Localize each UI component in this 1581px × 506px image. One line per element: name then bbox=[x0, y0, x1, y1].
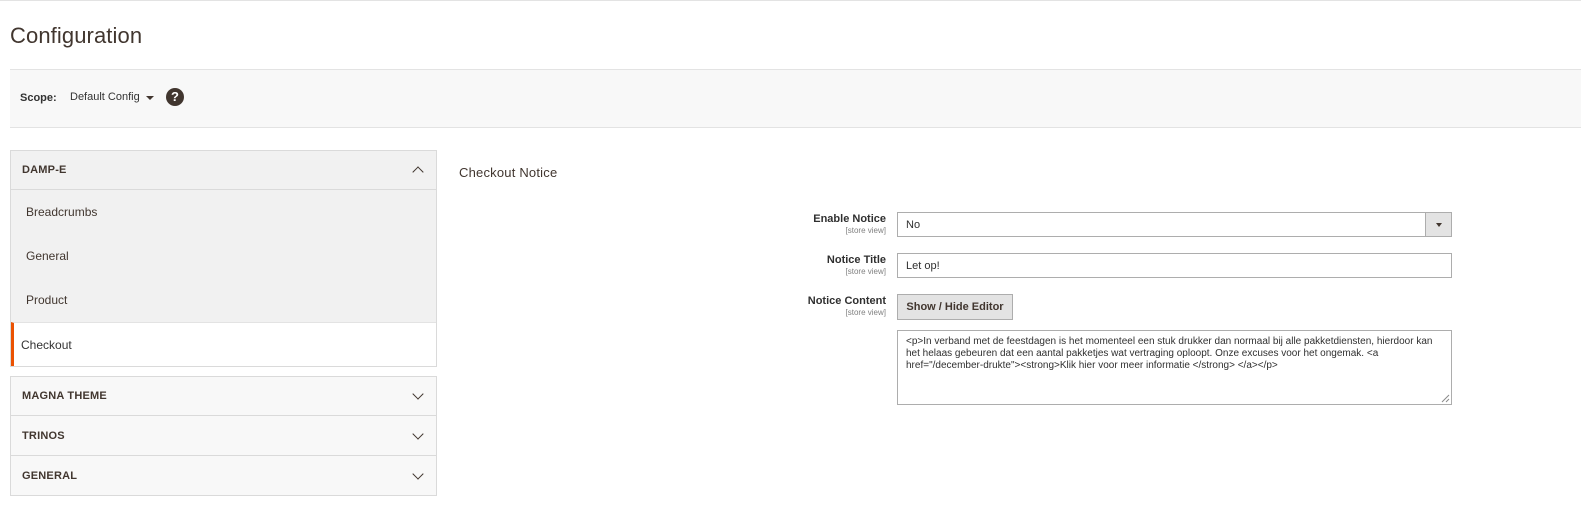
show-hide-editor-button[interactable]: Show / Hide Editor bbox=[897, 294, 1013, 320]
notice-title-input[interactable] bbox=[897, 253, 1452, 278]
sidebar-item-general[interactable]: General bbox=[11, 234, 436, 278]
page-title: Configuration bbox=[10, 23, 143, 48]
sidebar-item-checkout[interactable]: Checkout bbox=[11, 322, 436, 366]
section-label: DAMP-E bbox=[22, 164, 67, 176]
notice-content-label: Notice Content [store view] bbox=[686, 295, 886, 317]
section-general-header[interactable]: GENERAL bbox=[10, 456, 437, 496]
sidebar-item-label: Breadcrumbs bbox=[26, 205, 98, 219]
field-scope-hint: [store view] bbox=[845, 267, 886, 276]
field-label-text: Enable Notice bbox=[813, 213, 886, 225]
section-damp-e-items: Breadcrumbs General Product Checkout bbox=[10, 190, 437, 367]
section-label: TRINOS bbox=[22, 429, 65, 442]
section-label: MAGNA THEME bbox=[22, 390, 107, 402]
sidebar-item-breadcrumbs[interactable]: Breadcrumbs bbox=[11, 190, 436, 234]
fieldset-title: Checkout Notice bbox=[459, 165, 558, 180]
scope-switcher-bar: Scope: Default Config ? bbox=[10, 69, 1581, 128]
select-value: No bbox=[906, 219, 921, 231]
field-scope-hint: [store view] bbox=[845, 226, 886, 235]
chevron-down-icon bbox=[412, 427, 424, 440]
section-label: GENERAL bbox=[22, 469, 78, 482]
config-sidebar: DAMP-E Breadcrumbs General Product Check… bbox=[10, 150, 437, 496]
caret-down-icon bbox=[145, 95, 154, 100]
chevron-down-icon bbox=[412, 388, 424, 400]
scope-dropdown-value: Default Config bbox=[70, 91, 140, 103]
top-divider bbox=[0, 0, 1581, 1]
field-label-text: Notice Content bbox=[807, 295, 886, 307]
sidebar-item-label: General bbox=[26, 249, 69, 263]
section-trinos-header[interactable]: TRINOS bbox=[10, 416, 437, 456]
chevron-down-icon bbox=[412, 467, 424, 480]
resize-grip-icon[interactable] bbox=[1441, 394, 1450, 403]
question-circle-icon[interactable]: ? bbox=[166, 88, 184, 106]
sidebar-item-label: Product bbox=[26, 293, 68, 307]
scope-dropdown[interactable]: Default Config bbox=[70, 91, 154, 103]
notice-content-textarea[interactable]: <p>In verband met de feestdagen is het m… bbox=[897, 330, 1452, 405]
chevron-up-icon bbox=[412, 166, 424, 178]
section-magna-theme-header[interactable]: MAGNA THEME bbox=[10, 376, 437, 416]
sidebar-item-label: Checkout bbox=[21, 337, 72, 352]
enable-notice-select[interactable]: No bbox=[897, 212, 1452, 237]
enable-notice-label: Enable Notice [store view] bbox=[686, 213, 886, 235]
section-damp-e-header[interactable]: DAMP-E bbox=[10, 150, 437, 190]
field-label-text: Notice Title bbox=[826, 254, 886, 266]
sidebar-item-product[interactable]: Product bbox=[11, 278, 436, 322]
scope-label: Scope: bbox=[20, 92, 57, 104]
field-scope-hint: [store view] bbox=[845, 308, 886, 317]
caret-down-icon bbox=[1435, 223, 1442, 227]
notice-title-label: Notice Title [store view] bbox=[686, 254, 886, 276]
select-arrow bbox=[1425, 213, 1451, 236]
